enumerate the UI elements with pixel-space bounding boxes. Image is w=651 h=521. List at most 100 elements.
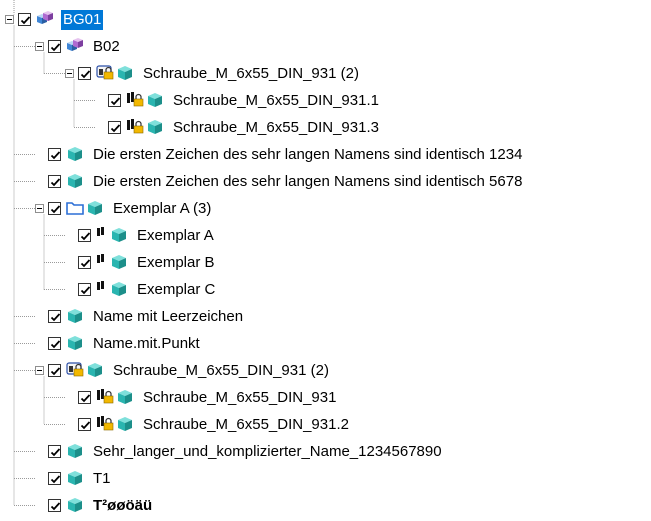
visibility-checkbox[interactable] bbox=[78, 256, 91, 269]
part-icon bbox=[115, 414, 135, 436]
collapse-toggle-icon[interactable] bbox=[35, 366, 44, 375]
collapse-toggle-icon[interactable] bbox=[35, 204, 44, 213]
node-icons bbox=[95, 387, 135, 409]
tree-node[interactable]: Schraube_M_6x55_DIN_931 bbox=[65, 384, 338, 411]
tree-node[interactable]: Schraube_M_6x55_DIN_931 (2) bbox=[35, 357, 331, 384]
tree-node[interactable]: Exemplar A (3) bbox=[35, 195, 213, 222]
tree-node[interactable]: Name.mit.Punkt bbox=[35, 330, 202, 357]
visibility-checkbox[interactable] bbox=[48, 364, 61, 377]
node-icons bbox=[95, 414, 135, 436]
tree-node[interactable]: Schraube_M_6x55_DIN_931.3 bbox=[95, 114, 381, 141]
assembly-tree[interactable]: BG01 B02 Schraube_M_6x55_DIN_931 (2) Sch… bbox=[0, 0, 651, 521]
part-icon bbox=[115, 387, 135, 409]
part-icon bbox=[85, 198, 105, 220]
node-icons bbox=[35, 9, 55, 31]
tree-node-label[interactable]: Name.mit.Punkt bbox=[91, 334, 202, 354]
visibility-checkbox[interactable] bbox=[18, 13, 31, 26]
tree-node-label[interactable]: Schraube_M_6x55_DIN_931.2 bbox=[141, 415, 351, 435]
visibility-checkbox[interactable] bbox=[108, 94, 121, 107]
collapse-toggle-icon[interactable] bbox=[35, 42, 44, 51]
part-icon bbox=[65, 333, 85, 355]
visibility-checkbox[interactable] bbox=[48, 175, 61, 188]
tree-node[interactable]: B02 bbox=[35, 33, 122, 60]
tree-node[interactable]: Schraube_M_6x55_DIN_931.2 bbox=[65, 411, 351, 438]
node-icons bbox=[65, 360, 105, 382]
tree-node-label[interactable]: Exemplar C bbox=[135, 280, 217, 300]
visibility-checkbox[interactable] bbox=[48, 499, 61, 512]
part-icon bbox=[85, 360, 105, 382]
collapse-toggle-icon[interactable] bbox=[65, 69, 74, 78]
tree-node-label[interactable]: BG01 bbox=[61, 9, 104, 30]
checkmark-icon bbox=[50, 43, 61, 52]
tree-node-label[interactable]: Die ersten Zeichen des sehr langen Namen… bbox=[91, 145, 524, 165]
tree-node-label[interactable]: Sehr_langer_und_komplizierter_Name_12345… bbox=[91, 442, 444, 462]
checkmark-icon bbox=[50, 475, 61, 484]
part-icon bbox=[145, 117, 165, 139]
visibility-checkbox[interactable] bbox=[108, 121, 121, 134]
visibility-checkbox[interactable] bbox=[48, 472, 61, 485]
tree-node[interactable]: Schraube_M_6x55_DIN_931.1 bbox=[95, 87, 381, 114]
tree-node[interactable]: BG01 bbox=[5, 6, 104, 33]
checkmark-icon bbox=[50, 151, 61, 160]
tree-node-label[interactable]: Schraube_M_6x55_DIN_931.1 bbox=[171, 91, 381, 111]
tree-node[interactable]: T²øøöäü bbox=[35, 492, 154, 519]
tree-node[interactable]: Exemplar A bbox=[65, 222, 216, 249]
visibility-checkbox[interactable] bbox=[48, 40, 61, 53]
checkmark-icon bbox=[80, 259, 91, 268]
part-icon bbox=[65, 144, 85, 166]
visibility-checkbox[interactable] bbox=[78, 283, 91, 296]
instance-icon bbox=[95, 225, 109, 247]
checkmark-icon bbox=[110, 124, 121, 133]
node-icons bbox=[65, 468, 85, 490]
tree-node[interactable]: Exemplar B bbox=[65, 249, 217, 276]
visibility-checkbox[interactable] bbox=[48, 202, 61, 215]
checkmark-icon bbox=[50, 205, 61, 214]
tree-node-label[interactable]: Schraube_M_6x55_DIN_931.3 bbox=[171, 118, 381, 138]
tree-node[interactable]: Name mit Leerzeichen bbox=[35, 303, 245, 330]
tree-node-label[interactable]: Name mit Leerzeichen bbox=[91, 307, 245, 327]
tree-node-label[interactable]: Schraube_M_6x55_DIN_931 (2) bbox=[141, 64, 361, 84]
node-icons bbox=[65, 306, 85, 328]
tree-node-label[interactable]: B02 bbox=[91, 37, 122, 57]
assembly-icon bbox=[35, 9, 55, 31]
part-icon bbox=[65, 441, 85, 463]
tree-node[interactable]: Sehr_langer_und_komplizierter_Name_12345… bbox=[35, 438, 444, 465]
checkmark-icon bbox=[50, 367, 61, 376]
locked-instance-icon bbox=[95, 414, 115, 436]
locked-group-icon bbox=[95, 63, 115, 85]
tree-node-label[interactable]: T1 bbox=[91, 469, 113, 489]
tree-node-label[interactable]: Die ersten Zeichen des sehr langen Namen… bbox=[91, 172, 524, 192]
node-icons bbox=[65, 495, 85, 517]
visibility-checkbox[interactable] bbox=[48, 337, 61, 350]
checkmark-icon bbox=[50, 448, 61, 457]
tree-node[interactable]: Die ersten Zeichen des sehr langen Namen… bbox=[35, 141, 524, 168]
tree-node[interactable]: Schraube_M_6x55_DIN_931 (2) bbox=[65, 60, 361, 87]
visibility-checkbox[interactable] bbox=[78, 229, 91, 242]
collapse-toggle-icon[interactable] bbox=[5, 15, 14, 24]
checkmark-icon bbox=[80, 70, 91, 79]
tree-node[interactable]: Die ersten Zeichen des sehr langen Namen… bbox=[35, 168, 524, 195]
tree-node-label[interactable]: Schraube_M_6x55_DIN_931 (2) bbox=[111, 361, 331, 381]
tree-node[interactable]: Exemplar C bbox=[65, 276, 217, 303]
tree-node-label[interactable]: Exemplar A bbox=[135, 226, 216, 246]
node-icons bbox=[125, 117, 165, 139]
tree-node-label[interactable]: Exemplar B bbox=[135, 253, 217, 273]
checkmark-icon bbox=[20, 16, 31, 25]
tree-node-label[interactable]: Schraube_M_6x55_DIN_931 bbox=[141, 388, 338, 408]
tree-node-label[interactable]: T²øøöäü bbox=[91, 496, 154, 516]
visibility-checkbox[interactable] bbox=[48, 310, 61, 323]
visibility-checkbox[interactable] bbox=[78, 391, 91, 404]
folder-icon bbox=[65, 198, 85, 220]
part-icon bbox=[109, 279, 129, 301]
checkmark-icon bbox=[80, 232, 91, 241]
visibility-checkbox[interactable] bbox=[78, 418, 91, 431]
node-icons bbox=[65, 441, 85, 463]
node-icons bbox=[65, 198, 105, 220]
tree-node[interactable]: T1 bbox=[35, 465, 113, 492]
checkmark-icon bbox=[110, 97, 121, 106]
tree-node-label[interactable]: Exemplar A (3) bbox=[111, 199, 213, 219]
checkmark-icon bbox=[50, 340, 61, 349]
visibility-checkbox[interactable] bbox=[48, 445, 61, 458]
visibility-checkbox[interactable] bbox=[48, 148, 61, 161]
visibility-checkbox[interactable] bbox=[78, 67, 91, 80]
